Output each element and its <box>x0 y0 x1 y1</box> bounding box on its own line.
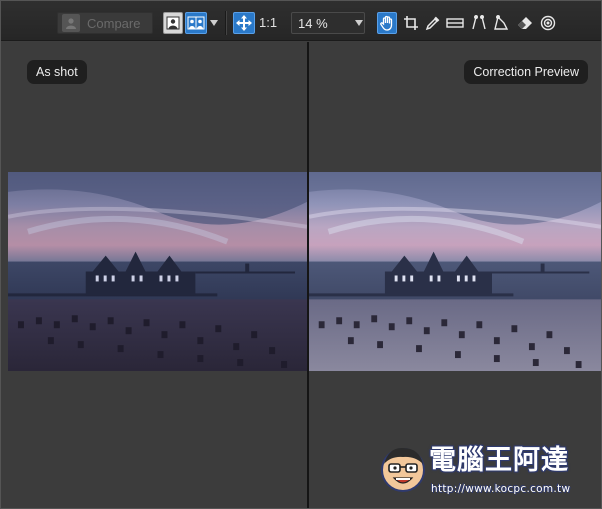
eyedropper-icon <box>425 15 441 31</box>
user-icon <box>62 14 80 32</box>
chevron-down-icon[interactable] <box>355 20 363 26</box>
target-tool-button[interactable] <box>538 12 558 34</box>
toolbar-separator <box>225 11 226 35</box>
move-arrows-icon <box>236 15 252 31</box>
crop-tool-button[interactable] <box>401 12 421 34</box>
correction-preview-image[interactable] <box>309 172 601 371</box>
move-button[interactable] <box>233 12 255 34</box>
zoom-one-one-button[interactable]: 1:1 <box>259 15 277 30</box>
compare-label: Compare <box>87 15 141 31</box>
as-shot-badge: As shot <box>27 60 87 84</box>
keystone-vertical-tool-button[interactable] <box>469 12 489 34</box>
straighten-tool-button[interactable] <box>445 12 465 34</box>
hand-icon <box>379 15 395 31</box>
eraser-icon <box>517 15 533 31</box>
watermark-url: http://www.kocpc.com.tw <box>431 483 571 495</box>
mascot-logo-icon <box>381 447 425 492</box>
single-view-icon <box>166 16 180 30</box>
split-view-icon <box>187 16 205 30</box>
correction-preview-badge: Correction Preview <box>464 60 588 84</box>
watermark: 電腦王阿達 http://www.kocpc.com.tw <box>379 438 589 500</box>
compare-button[interactable]: Compare <box>57 12 153 34</box>
eraser-tool-button[interactable] <box>515 12 535 34</box>
target-icon <box>540 15 556 31</box>
as-shot-image[interactable] <box>8 172 307 371</box>
app-window: Compare 1:1 14 % As shot Correction Prev… <box>0 0 602 509</box>
keystone-icon <box>493 15 509 31</box>
keystone-tool-button[interactable] <box>491 12 511 34</box>
watermark-title: 電腦王阿達 <box>429 445 569 476</box>
chevron-down-icon[interactable] <box>210 20 218 26</box>
zoom-select[interactable]: 14 % <box>291 12 365 34</box>
straighten-icon <box>446 16 464 30</box>
hand-tool-button[interactable] <box>377 12 397 34</box>
zoom-value: 14 % <box>298 15 328 31</box>
crop-icon <box>403 15 419 31</box>
eyedropper-tool-button[interactable] <box>423 12 443 34</box>
keystone-vertical-icon <box>471 15 487 31</box>
single-view-button[interactable] <box>163 12 183 34</box>
split-view-button[interactable] <box>185 12 207 34</box>
toolbar: Compare 1:1 14 % <box>1 1 601 41</box>
